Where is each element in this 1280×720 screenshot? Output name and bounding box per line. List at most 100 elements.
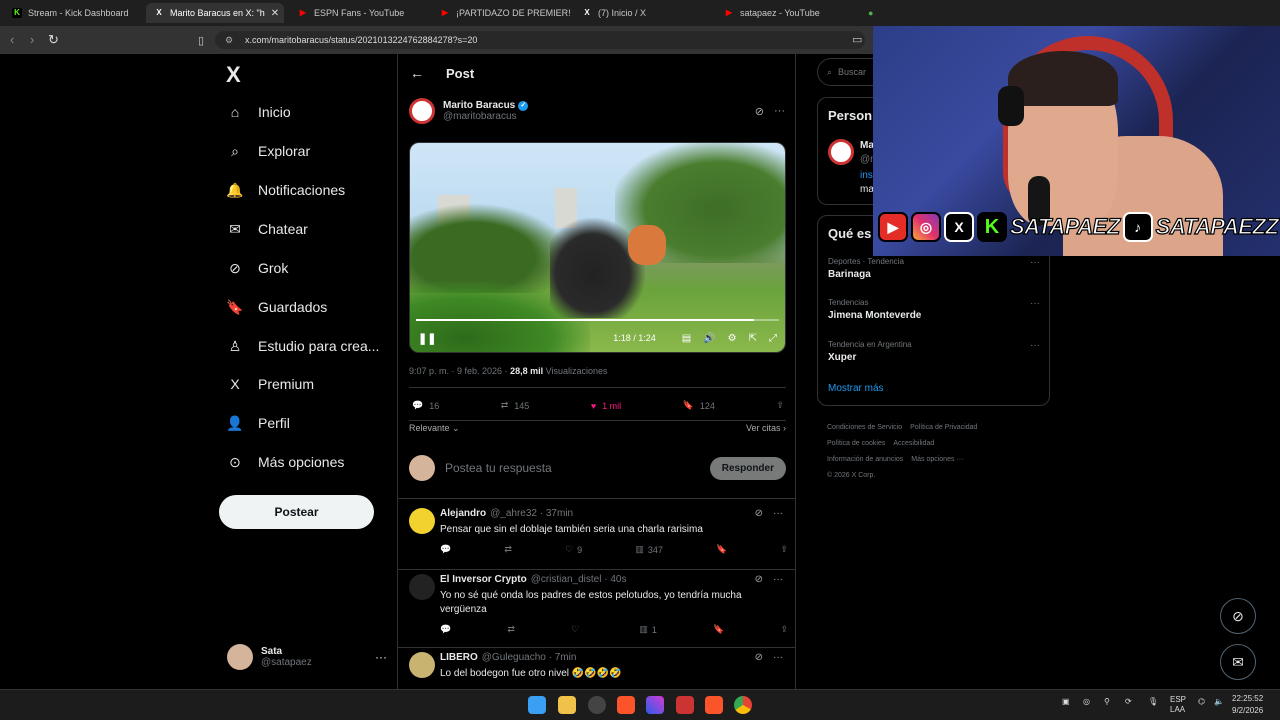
video-progress-bar[interactable] (416, 319, 779, 321)
nav-item-notificaciones[interactable]: 🔔 Notificaciones (226, 176, 345, 204)
start-icon[interactable] (528, 696, 546, 714)
repost-icon[interactable]: ⇄ (507, 624, 515, 635)
clock[interactable]: 22:25:52 9/2/2026 (1232, 693, 1263, 717)
suggested-name[interactable]: Ma (860, 140, 874, 151)
like-action[interactable]: ♡ (571, 624, 583, 635)
more-icon[interactable]: ··· (375, 650, 387, 664)
trend-item[interactable]: Deportes · Tendencia Barinaga ··· (828, 257, 1040, 280)
forward-arrow-icon[interactable]: › (30, 32, 34, 47)
bookmark-icon[interactable]: 🔖 (713, 624, 724, 635)
footer-link[interactable]: Accesibilidad (893, 440, 934, 447)
captions-icon[interactable]: ▤ (682, 333, 691, 344)
reply-item[interactable]: El Inversor Crypto @cristian_distel · 40s… (398, 574, 795, 648)
browser-tab[interactable]: X Marito Baracus en X: "h ✕ (146, 3, 284, 23)
site-info-icon[interactable]: ⚙ (225, 31, 233, 49)
copilot-icon[interactable] (646, 696, 664, 714)
view-quotes-link[interactable]: Ver citas › (746, 423, 786, 434)
messages-button[interactable]: ✉ (1220, 644, 1256, 680)
file-explorer-icon[interactable] (558, 696, 576, 714)
repost-icon[interactable]: ⇄ (504, 544, 512, 555)
mic-tray-icon[interactable]: 🎙 (1148, 697, 1158, 706)
grok-icon[interactable]: ⊘ (755, 508, 763, 519)
app-icon[interactable] (588, 696, 606, 714)
bookmark-icon[interactable]: 🔖 (716, 544, 727, 555)
nav-item-guardados[interactable]: 🔖 Guardados (226, 293, 327, 321)
pause-icon[interactable]: ❚❚ (418, 332, 436, 345)
grok-icon[interactable]: ⊘ (755, 652, 763, 663)
extension-icon[interactable]: ● (860, 3, 878, 23)
footer-link[interactable]: Información de anuncios (827, 456, 903, 463)
show-more-link[interactable]: Mostrar más (828, 383, 884, 394)
grok-icon[interactable]: ⊘ (755, 574, 763, 585)
reply-action[interactable]: 💬 16 (412, 400, 439, 411)
more-icon[interactable]: ··· (773, 574, 783, 585)
avatar[interactable] (409, 574, 435, 600)
nav-item-grok[interactable]: ⊘ Grok (226, 254, 288, 282)
views-action[interactable]: ▥ 347 (635, 544, 663, 555)
video-player[interactable]: ❚❚ 1:18 / 1:24 ▤ 🔊 ⚙ ⇱ ⤢ (409, 142, 786, 353)
post-time[interactable]: 9:07 p. m. · 9 feb. 2026 · (409, 366, 510, 376)
avatar[interactable] (409, 508, 435, 534)
nav-item-perfil[interactable]: 👤 Perfil (226, 409, 290, 437)
reply-item[interactable]: LIBERO @Guleguacho · 7min ⊘ ··· Lo del bodeg… (398, 652, 795, 689)
more-icon[interactable]: ··· (1030, 257, 1040, 268)
bookmark-action[interactable]: 🔖 124 (683, 400, 715, 411)
nav-item-estudio[interactable]: ♙ Estudio para crea... (226, 332, 380, 360)
language-indicator[interactable]: ESP LAA (1170, 695, 1186, 715)
reload-icon[interactable]: ↻ (48, 32, 59, 48)
nav-item-premium[interactable]: X Premium (226, 370, 314, 398)
nav-item-chatear[interactable]: ✉ Chatear (226, 215, 308, 243)
tray-icon[interactable]: ⚲ (1104, 697, 1110, 706)
nav-item-más[interactable]: ⊙ Más opciones (226, 448, 344, 476)
x-logo[interactable]: X (226, 62, 241, 88)
tray-icon[interactable]: ◎ (1083, 697, 1090, 706)
trend-item[interactable]: Tendencias Jimena Monteverde ··· (828, 298, 1040, 321)
brave-icon[interactable] (705, 696, 723, 714)
footer-link[interactable]: Política de cookies (827, 440, 885, 447)
sort-dropdown[interactable]: Relevante ⌄ (409, 423, 460, 434)
browser-tab[interactable]: ▶ ¡PARTIDAZO DE PREMIER! CON (432, 3, 570, 23)
browser-tab[interactable]: K Stream - Kick Dashboard (4, 3, 142, 23)
chrome-icon[interactable] (734, 696, 752, 714)
footer-link[interactable]: Más opciones ··· (911, 456, 963, 463)
trend-item[interactable]: Tendencia en Argentina Xuper ··· (828, 340, 1040, 363)
nav-item-inicio[interactable]: ⌂ Inicio (226, 98, 291, 126)
footer-link[interactable]: Condiciones de Servicio (827, 424, 902, 431)
brave-icon[interactable] (617, 696, 635, 714)
more-icon[interactable]: ··· (774, 105, 785, 118)
suggested-bio-link[interactable]: ins (860, 170, 873, 181)
reply-author[interactable]: LIBERO (440, 652, 478, 663)
volume-icon[interactable]: 🔊 (703, 333, 715, 344)
footer-link[interactable]: © 2026 X Corp. (827, 472, 875, 479)
author-name[interactable]: Marito Baracus (443, 100, 515, 111)
url-field[interactable]: ⚙ x.com/maritobaracus/status/20210132247… (215, 31, 865, 49)
grok-button[interactable]: ⊘ (1220, 598, 1256, 634)
network-icon[interactable]: ⌬ (1198, 697, 1205, 706)
reply-icon[interactable]: 💬 (440, 544, 451, 555)
app-icon[interactable] (676, 696, 694, 714)
author-handle[interactable]: @maritobaracus (443, 111, 528, 122)
picture-in-picture-icon[interactable]: ▭ (852, 33, 862, 46)
more-icon[interactable]: ··· (1030, 340, 1040, 351)
fullscreen-icon[interactable]: ⤢ (769, 333, 777, 344)
reply-icon[interactable]: 💬 (440, 624, 451, 635)
more-icon[interactable]: ··· (773, 508, 783, 519)
like-action[interactable]: ♥ 1 mil (591, 401, 621, 411)
grok-icon[interactable]: ⊘ (755, 105, 764, 118)
reply-handle[interactable]: @cristian_distel · 40s (531, 574, 627, 585)
post-button[interactable]: Postear (219, 495, 374, 529)
nav-item-explorar[interactable]: ⌕ Explorar (226, 137, 310, 165)
more-icon[interactable]: ··· (1030, 298, 1040, 309)
volume-icon[interactable]: 🔈 (1214, 697, 1224, 706)
account-switcher[interactable]: Sata @satapaez ··· (227, 644, 387, 670)
reply-button[interactable]: Responder (709, 456, 786, 480)
reply-author[interactable]: Alejandro (440, 508, 486, 519)
browser-tab[interactable]: ▶ satapaez - YouTube (716, 3, 854, 23)
author-avatar[interactable] (409, 98, 435, 124)
tray-icon[interactable]: ▣ (1062, 697, 1070, 706)
close-tab-icon[interactable]: ✕ (271, 8, 279, 19)
popout-icon[interactable]: ⇱ (749, 333, 757, 344)
tray-icon[interactable]: ⟳ (1125, 697, 1132, 706)
reply-handle[interactable]: @Guleguacho · 7min (482, 652, 577, 663)
repost-action[interactable]: ⇄ 145 (501, 400, 530, 411)
